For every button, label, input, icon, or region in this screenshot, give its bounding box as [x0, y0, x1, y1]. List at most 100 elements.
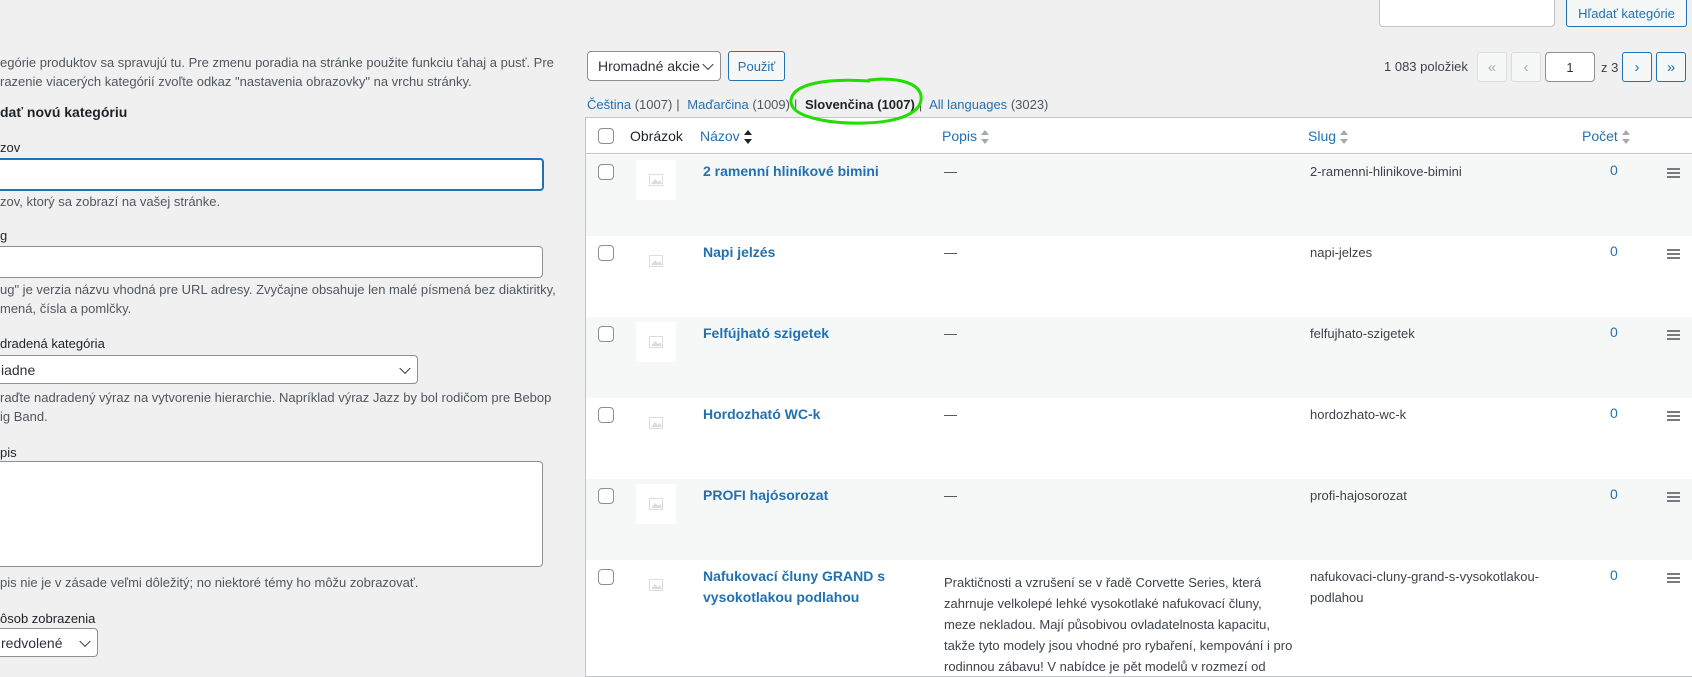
category-count-link[interactable]: 0 [1610, 243, 1618, 259]
table-row: 2 ramenní hliníkové bimini — 2-ramenni-h… [586, 155, 1692, 236]
category-slug: profi-hajosorozat [1310, 488, 1407, 503]
language-filter: Čeština (1007) | Maďarčina (1009) | Sloven… [587, 97, 1049, 112]
category-name-link[interactable]: Nafukovací čluny GRAND s vysokotlakou po… [703, 566, 903, 608]
sort-icon [1621, 130, 1630, 145]
category-description: — [944, 488, 957, 503]
drag-handle-icon[interactable] [1667, 573, 1680, 585]
parent-category-value: iadne [1, 361, 36, 378]
search-categories-input[interactable] [1379, 0, 1555, 27]
name-label: zov [0, 140, 21, 155]
slug-help-line2: mená, čísla a pomlčky. [0, 301, 132, 316]
category-slug: nafukovaci-cluny-grand-s-vysokotlakou-po… [1310, 569, 1540, 605]
slug-input[interactable] [0, 246, 543, 278]
column-header-image: Obrázok [630, 128, 683, 144]
page-total: z 3 [1601, 60, 1619, 75]
category-description: — [944, 407, 957, 422]
category-count-link[interactable]: 0 [1610, 405, 1618, 421]
category-slug: hordozhato-wc-k [1310, 407, 1407, 422]
category-description: — [944, 164, 957, 179]
row-checkbox[interactable] [598, 164, 614, 180]
sort-icon [1340, 130, 1349, 145]
drag-handle-icon[interactable] [1667, 411, 1680, 423]
parent-category-label: dradená kategória [0, 336, 105, 351]
apply-button[interactable]: Použiť [728, 51, 785, 81]
table-header: Obrázok Názov Popis Slug Počet [586, 118, 1692, 154]
category-name-link[interactable]: Napi jelzés [703, 242, 923, 263]
table-row: PROFI hajósorozat — profi-hajosorozat 0 [586, 479, 1692, 560]
category-count-link[interactable]: 0 [1610, 162, 1618, 178]
placeholder-image-icon [636, 403, 676, 443]
lang-count-czech: (1007) [634, 97, 673, 112]
last-page-button[interactable]: » [1656, 52, 1686, 82]
next-page-button[interactable]: › [1622, 52, 1652, 82]
placeholder-image-icon [636, 160, 676, 200]
categories-table: Obrázok Názov Popis Slug Počet 2 ramenní… [585, 117, 1692, 677]
lang-filter-czech[interactable]: Čeština [587, 97, 631, 112]
intro-text-line2: razenie viacerých kategórií zvoľte odkaz… [0, 74, 472, 89]
placeholder-image-icon [636, 241, 676, 281]
search-categories-button[interactable]: Hľadať kategórie [1566, 0, 1687, 27]
intro-text-line1: egórie produktov sa spravujú tu. Pre zme… [0, 55, 554, 70]
first-page-button: « [1477, 52, 1507, 82]
category-count-link[interactable]: 0 [1610, 567, 1618, 583]
table-row: Felfújható szigetek — felfujhato-szigete… [586, 317, 1692, 398]
slug-label: g [0, 228, 8, 243]
parent-help-line2: ig Band. [0, 409, 48, 424]
row-checkbox[interactable] [598, 569, 614, 585]
column-header-name[interactable]: Názov [700, 128, 752, 145]
lang-count-slovak: (1007) [877, 97, 915, 112]
description-label: pis [0, 445, 17, 460]
lang-count-hungarian: (1009) [752, 97, 790, 112]
items-count: 1 083 položiek [1384, 59, 1468, 74]
select-all-checkbox[interactable] [598, 128, 614, 144]
bulk-actions-select[interactable]: Hromadné akcie [587, 51, 721, 81]
description-textarea[interactable] [0, 461, 543, 567]
category-slug: 2-ramenni-hlinikove-bimini [1310, 164, 1462, 179]
column-header-description[interactable]: Popis [942, 128, 990, 145]
lang-filter-hungarian[interactable]: Maďarčina [687, 97, 748, 112]
row-checkbox[interactable] [598, 488, 614, 504]
placeholder-image-icon [636, 484, 676, 524]
row-checkbox[interactable] [598, 326, 614, 342]
category-count-link[interactable]: 0 [1610, 486, 1618, 502]
description-help: pis nie je v zásade veľmi dôležitý; no n… [0, 575, 419, 590]
display-type-select[interactable]: redvolené [0, 628, 98, 657]
category-count-link[interactable]: 0 [1610, 324, 1618, 340]
category-description: — [944, 326, 957, 341]
category-name-link[interactable]: Felfújható szigetek [703, 323, 923, 344]
lang-filter-slovak-current[interactable]: Slovenčina [805, 97, 874, 112]
drag-handle-icon[interactable] [1667, 249, 1680, 261]
lang-count-all: (3023) [1010, 97, 1049, 112]
category-name-link[interactable]: PROFI hajósorozat [703, 485, 923, 506]
row-checkbox[interactable] [598, 245, 614, 261]
add-category-heading: dať novú kategóriu [0, 104, 128, 120]
current-page-input[interactable]: 1 [1545, 52, 1595, 82]
placeholder-image-icon [636, 565, 676, 605]
lang-filter-all[interactable]: All languages [929, 97, 1007, 112]
name-input[interactable] [0, 158, 544, 191]
category-slug: felfujhato-szigetek [1310, 326, 1415, 341]
display-type-value: redvolené [1, 634, 63, 651]
slug-help-line1: ug" je verzia názvu vhodná pre URL adres… [0, 282, 556, 297]
drag-handle-icon[interactable] [1667, 492, 1680, 504]
name-help: zov, ktorý sa zobrazí na vašej stránke. [0, 194, 221, 209]
drag-handle-icon[interactable] [1667, 330, 1680, 342]
category-name-link[interactable]: 2 ramenní hliníkové bimini [703, 161, 923, 182]
sort-asc-icon [743, 130, 752, 145]
parent-category-select[interactable]: iadne [0, 355, 418, 384]
table-row: Hordozható WC-k — hordozhato-wc-k 0 [586, 398, 1692, 479]
drag-handle-icon[interactable] [1667, 168, 1680, 180]
chevron-down-icon [399, 362, 411, 374]
chevron-down-icon [702, 58, 714, 71]
bulk-actions-value: Hromadné akcie [598, 58, 700, 74]
category-name-link[interactable]: Hordozható WC-k [703, 404, 923, 425]
table-row: Napi jelzés — napi-jelzes 0 [586, 236, 1692, 317]
prev-page-button: ‹ [1511, 52, 1541, 82]
display-type-label: ôsob zobrazenia [0, 611, 96, 626]
placeholder-image-icon [636, 322, 676, 362]
sort-icon [981, 130, 990, 145]
column-header-count[interactable]: Počet [1582, 128, 1630, 145]
row-checkbox[interactable] [598, 407, 614, 423]
column-header-slug[interactable]: Slug [1308, 128, 1349, 145]
category-description: — [944, 245, 957, 260]
